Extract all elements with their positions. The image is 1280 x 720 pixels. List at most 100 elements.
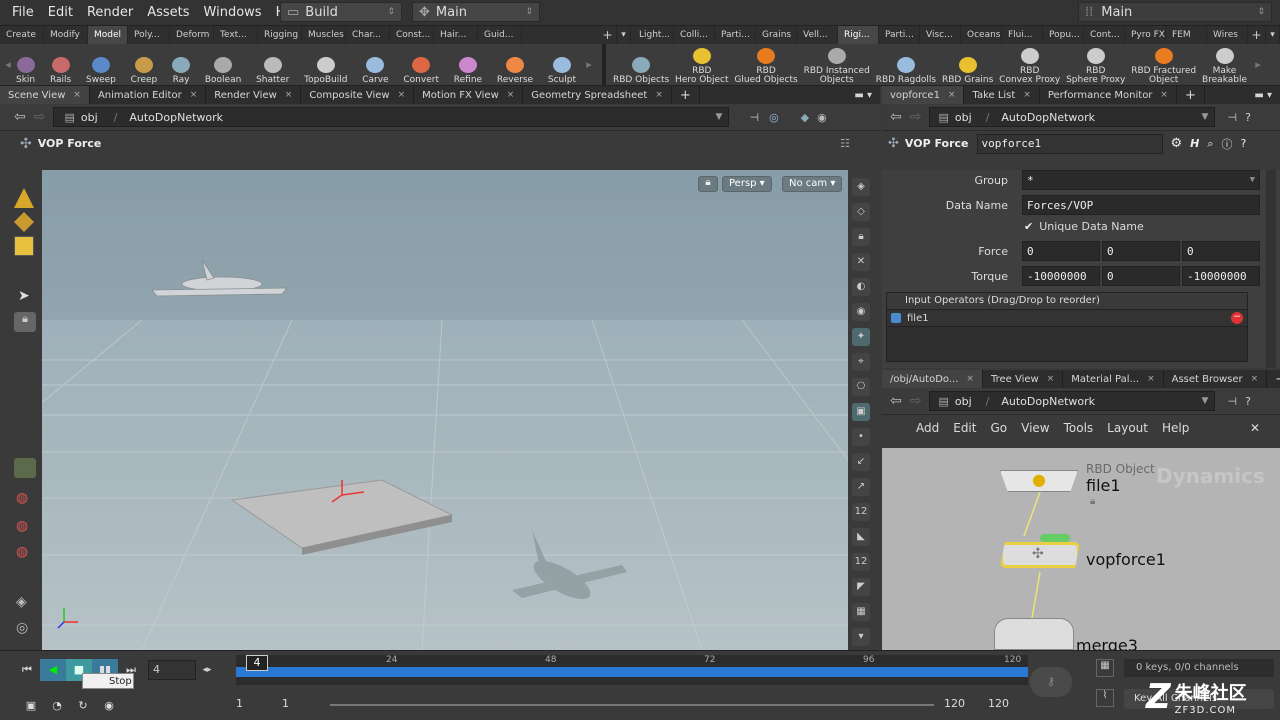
workspace-dropdown[interactable]: ⁞⁞ Main ⇕ bbox=[1078, 2, 1272, 22]
shelf-tool[interactable]: RBD Ragdolls bbox=[876, 45, 936, 85]
shelf-tab[interactable]: Cont... bbox=[1084, 26, 1125, 44]
range-slider[interactable] bbox=[330, 704, 934, 706]
force-x-field[interactable]: 0 bbox=[1022, 241, 1100, 261]
down-icon[interactable]: ▾ bbox=[852, 628, 870, 646]
scroll-left-icon[interactable]: ◂ bbox=[0, 58, 16, 71]
network-menu-item[interactable]: Add bbox=[916, 421, 939, 435]
handle-icon[interactable] bbox=[14, 458, 36, 478]
shelf-tab[interactable]: Modify bbox=[44, 26, 88, 44]
pane-tab[interactable]: Take List × bbox=[964, 86, 1040, 104]
shelf-tool[interactable]: Convert bbox=[403, 45, 439, 85]
close-icon[interactable]: × bbox=[1023, 90, 1031, 100]
shelf-tab[interactable]: Deform bbox=[170, 26, 214, 44]
wrench-icon[interactable]: ✕ bbox=[1250, 421, 1260, 435]
key-icon[interactable]: ⚷ bbox=[1030, 667, 1072, 697]
layer-icon[interactable]: ◈ bbox=[16, 594, 27, 610]
shelf-tool[interactable]: Shatter bbox=[256, 45, 289, 85]
lock-icon[interactable]: 🔒︎ bbox=[852, 228, 870, 246]
scroll-right-icon[interactable]: ▸ bbox=[576, 58, 602, 71]
shelf-menu-icon[interactable]: ▾ bbox=[1266, 26, 1280, 44]
pane-tab[interactable]: Material Pal... × bbox=[1063, 370, 1164, 388]
shelf-tool[interactable]: Boolean bbox=[205, 45, 241, 85]
path-obj[interactable]: obj bbox=[81, 111, 98, 124]
pane-tab[interactable]: Performance Monitor × bbox=[1040, 86, 1177, 104]
numbers-icon[interactable]: ◤ bbox=[852, 578, 870, 596]
chevron-down-icon[interactable]: ▼ bbox=[716, 112, 723, 122]
snap-icon[interactable]: ▣ bbox=[852, 403, 870, 421]
pane-tab[interactable]: Render View × bbox=[206, 86, 302, 104]
template-icon[interactable]: 12 bbox=[852, 553, 870, 571]
light-icon[interactable]: ◉ bbox=[852, 303, 870, 321]
close-icon[interactable]: × bbox=[1047, 374, 1055, 384]
brush-icon[interactable] bbox=[14, 236, 34, 256]
start-frame[interactable]: 1 bbox=[236, 697, 243, 710]
particles-icon[interactable]: ✦ bbox=[852, 328, 870, 346]
pane-tab[interactable]: Composite View × bbox=[301, 86, 415, 104]
close-icon[interactable]: × bbox=[655, 90, 663, 100]
channel-icon[interactable]: ▦ bbox=[1096, 659, 1114, 677]
shelf-tab[interactable]: Popu... bbox=[1043, 26, 1084, 44]
force-z-field[interactable]: 0 bbox=[1182, 241, 1260, 261]
history-icon[interactable]: H bbox=[1190, 137, 1199, 150]
shelf-tool[interactable]: Rails bbox=[50, 45, 71, 85]
network-menu-item[interactable]: Go bbox=[990, 421, 1007, 435]
add-tab-icon[interactable]: + bbox=[1267, 370, 1280, 388]
pane-tab[interactable]: Geometry Spreadsheet × bbox=[523, 86, 672, 104]
step-icon[interactable]: ◂▸ bbox=[196, 665, 218, 675]
play-reverse-icon[interactable]: ◀ bbox=[40, 659, 66, 681]
snap-point-icon[interactable]: ◍ bbox=[16, 544, 28, 560]
node-name-field[interactable]: vopforce1 bbox=[976, 133, 1163, 154]
pane-tab[interactable]: Asset Browser × bbox=[1164, 370, 1268, 388]
handle-icon[interactable]: ⎔ bbox=[852, 378, 870, 396]
shelf-tab[interactable]: Text... bbox=[214, 26, 258, 44]
shelf-tool[interactable]: Reverse bbox=[497, 45, 533, 85]
close-icon[interactable]: × bbox=[1160, 90, 1168, 100]
shelf-menu-icon[interactable]: ▾ bbox=[617, 26, 631, 44]
scroll-right-icon[interactable]: ▸ bbox=[1250, 58, 1266, 71]
pane-menu-icon[interactable]: ▬ ▾ bbox=[846, 86, 880, 104]
graph-icon[interactable]: ⌇ bbox=[1096, 689, 1114, 707]
viewport-options-icon[interactable]: ☷ bbox=[840, 137, 850, 150]
shelf-tool[interactable]: RBD Instanced Objects bbox=[804, 45, 870, 85]
shelf-tool[interactable]: Make Breakable bbox=[1202, 45, 1247, 85]
end-frame[interactable]: 120 bbox=[944, 697, 965, 710]
frame-marker[interactable]: 4 bbox=[246, 655, 268, 671]
path-obj[interactable]: obj bbox=[955, 395, 972, 408]
back-icon[interactable]: ⇦ bbox=[890, 393, 902, 409]
move-tool-icon[interactable] bbox=[14, 212, 34, 232]
menu-edit[interactable]: Edit bbox=[46, 5, 75, 20]
network-editor[interactable]: Dynamics ● RBD Object file1 🔒︎ ✣ vopforc… bbox=[882, 448, 1280, 655]
network-menu-item[interactable]: View bbox=[1021, 421, 1049, 435]
node-merge3[interactable] bbox=[994, 618, 1074, 650]
close-icon[interactable]: × bbox=[948, 90, 956, 100]
unique-data-name-checkbox[interactable]: ✔ Unique Data Name bbox=[1024, 220, 1144, 233]
realtime-icon[interactable]: ▣ bbox=[18, 699, 44, 712]
pane-tab[interactable]: Animation Editor × bbox=[90, 86, 207, 104]
help-icon[interactable]: ? bbox=[1245, 395, 1251, 408]
end-frame-2[interactable]: 120 bbox=[988, 697, 1009, 710]
grid-icon[interactable]: ▦ bbox=[852, 603, 870, 621]
geometry-icon[interactable]: ◇ bbox=[852, 203, 870, 221]
help-icon[interactable]: ? bbox=[1245, 111, 1251, 124]
magnet-icon[interactable]: ◍ bbox=[16, 490, 28, 506]
lock-icon[interactable]: 🔒︎ bbox=[14, 312, 36, 332]
persp-dropdown[interactable]: Persp ▾ bbox=[722, 176, 772, 192]
shelf-tab[interactable]: Parti... bbox=[879, 26, 920, 44]
chevron-down-icon[interactable]: ▼ bbox=[1202, 112, 1209, 122]
close-icon[interactable]: × bbox=[190, 90, 198, 100]
shading-icon[interactable]: ◐ bbox=[852, 278, 870, 296]
network-menu-item[interactable]: Edit bbox=[953, 421, 976, 435]
forward-icon[interactable]: ⇨ bbox=[910, 109, 922, 125]
shelf-tab[interactable]: Light... bbox=[633, 26, 674, 44]
shelf-tool[interactable]: TopoBuild bbox=[304, 45, 347, 85]
gear-icon[interactable]: ⚙ bbox=[1171, 136, 1183, 151]
camera-icon[interactable]: ⌖ bbox=[852, 353, 870, 371]
network-menu-item[interactable]: Layout bbox=[1107, 421, 1148, 435]
shelf-tab[interactable]: Char... bbox=[346, 26, 390, 44]
param-path-box[interactable]: ▤ obj / AutoDopNetwork ▼ bbox=[929, 107, 1216, 127]
pin-icon[interactable]: ⊣ bbox=[749, 111, 759, 124]
shelf-tab[interactable]: Vell... bbox=[797, 26, 838, 44]
select-icon[interactable] bbox=[14, 188, 34, 208]
shelf-tool[interactable]: Sculpt bbox=[548, 45, 576, 85]
shelf-tool[interactable]: Ray bbox=[172, 45, 191, 85]
